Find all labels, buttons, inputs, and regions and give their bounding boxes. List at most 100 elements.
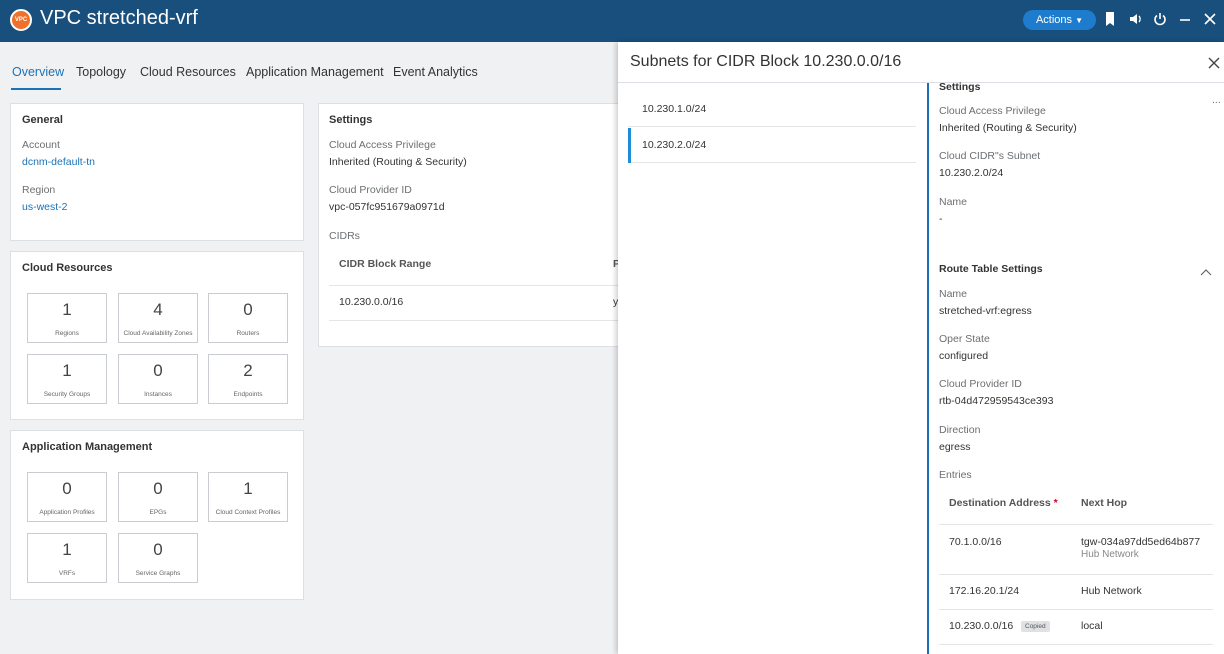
oper-state-label: Oper State xyxy=(939,333,990,345)
actions-button[interactable]: Actions ▼ xyxy=(1023,10,1096,30)
entry-dest: 172.16.20.1/24 xyxy=(949,585,1020,597)
stat-label: VRFs xyxy=(58,570,76,577)
account-link[interactable]: dcnm-default-tn xyxy=(22,156,95,168)
stat-label: EPGs xyxy=(149,509,167,516)
subnet-item-selected[interactable]: 10.230.2.0/24 xyxy=(628,128,916,163)
stat-application-profiles[interactable]: 0 Application Profiles xyxy=(27,472,107,522)
tab-bar: Overview Topology Cloud Resources Applic… xyxy=(0,42,620,92)
detail-access-value: Inherited (Routing & Security) xyxy=(939,122,1077,134)
speaker-icon[interactable] xyxy=(1128,11,1144,29)
detail-settings-title: Settings xyxy=(939,81,981,93)
tab-event-analytics[interactable]: Event Analytics xyxy=(393,65,478,79)
next-hop-header: Next Hop xyxy=(1081,497,1128,509)
region-label: Region xyxy=(22,184,56,196)
entry-next-hop-sub: Hub Network xyxy=(1081,549,1139,560)
direction-value: egress xyxy=(939,441,971,453)
stat-label: Service Graphs xyxy=(135,570,181,577)
subnet-label: 10.230.2.0/24 xyxy=(642,139,707,151)
stat-availability-zones[interactable]: 4 Cloud Availability Zones xyxy=(118,293,198,343)
stat-label: Cloud Availability Zones xyxy=(123,330,193,337)
stat-value: 1 xyxy=(62,540,72,559)
rt-provider-value: rtb-04d472959543ce393 xyxy=(939,395,1054,407)
settings-card: Settings Cloud Access Privilege Inherite… xyxy=(318,103,628,347)
cidrs-label: CIDRs xyxy=(329,230,360,242)
tab-application-management[interactable]: Application Management xyxy=(246,65,384,79)
subnet-label: 10.230.1.0/24 xyxy=(642,103,707,115)
provider-id-label: Cloud Provider ID xyxy=(329,184,412,196)
detail-access-label: Cloud Access Privilege xyxy=(939,105,1046,117)
stat-value: 0 xyxy=(62,479,72,498)
divider xyxy=(939,524,1213,525)
divider xyxy=(939,644,1213,645)
general-card: General Account dcnm-default-tn Region u… xyxy=(10,103,304,241)
stat-regions[interactable]: 1 Regions xyxy=(27,293,107,343)
stat-value: 4 xyxy=(153,300,163,319)
cloud-resources-card: Cloud Resources 1 Regions 4 Cloud Availa… xyxy=(10,251,304,420)
stat-label: Regions xyxy=(55,330,79,337)
detail-cidr-subnet-value: 10.230.2.0/24 xyxy=(939,167,1004,179)
power-icon[interactable] xyxy=(1153,11,1169,29)
stat-label: Security Groups xyxy=(43,391,91,398)
required-marker: * xyxy=(1053,497,1058,509)
stat-value: 2 xyxy=(243,361,253,380)
copied-badge: Copied xyxy=(1021,621,1050,632)
direction-label: Direction xyxy=(939,424,981,436)
panel-title: Subnets for CIDR Block 10.230.0.0/16 xyxy=(630,53,902,70)
detail-divider xyxy=(927,83,929,654)
entry-dest: 10.230.0.0/16 xyxy=(949,620,1014,632)
oper-state-value: configured xyxy=(939,350,989,362)
stat-security-groups[interactable]: 1 Security Groups xyxy=(27,354,107,404)
close-icon[interactable] xyxy=(1203,11,1219,29)
subnet-item[interactable]: 10.230.1.0/24 xyxy=(628,92,916,127)
detail-name-label: Name xyxy=(939,196,968,208)
dest-address-header-text: Destination Address xyxy=(949,497,1051,509)
more-options-icon[interactable]: ... xyxy=(1212,94,1221,106)
stat-service-graphs[interactable]: 0 Service Graphs xyxy=(118,533,198,583)
stat-routers[interactable]: 0 Routers xyxy=(208,293,288,343)
general-title: General xyxy=(22,114,63,126)
stat-endpoints[interactable]: 2 Endpoints xyxy=(208,354,288,404)
entry-next-hop: local xyxy=(1081,620,1103,632)
divider xyxy=(329,285,619,286)
divider xyxy=(939,609,1213,610)
access-privilege-value: Inherited (Routing & Security) xyxy=(329,156,467,168)
cidr-range-cell[interactable]: 10.230.0.0/16 xyxy=(339,296,403,308)
stat-value: 0 xyxy=(243,300,253,319)
entry-next-hop: Hub Network xyxy=(1081,585,1142,597)
route-table-title: Route Table Settings xyxy=(939,263,1043,275)
bookmark-icon[interactable] xyxy=(1104,11,1120,29)
stat-label: Cloud Context Profiles xyxy=(215,509,281,516)
tab-topology[interactable]: Topology xyxy=(76,65,126,79)
cloud-resources-title: Cloud Resources xyxy=(22,262,113,274)
subnets-panel: Subnets for CIDR Block 10.230.0.0/16 10.… xyxy=(618,42,1224,654)
stat-vrfs[interactable]: 1 VRFs xyxy=(27,533,107,583)
stat-value: 1 xyxy=(243,479,253,498)
stat-label: Routers xyxy=(236,330,260,337)
tab-overview[interactable]: Overview xyxy=(12,65,64,79)
active-tab-indicator xyxy=(11,88,61,90)
divider xyxy=(939,574,1213,575)
region-link[interactable]: us-west-2 xyxy=(22,201,68,213)
rt-name-label: Name xyxy=(939,288,968,300)
application-management-card: Application Management 0 Application Pro… xyxy=(10,430,304,600)
stat-epgs[interactable]: 0 EPGs xyxy=(118,472,198,522)
divider xyxy=(329,320,619,321)
stat-instances[interactable]: 0 Instances xyxy=(118,354,198,404)
dest-address-header: Destination Address * xyxy=(949,497,1058,509)
tab-cloud-resources[interactable]: Cloud Resources xyxy=(140,65,236,79)
application-management-title: Application Management xyxy=(22,441,153,453)
minimize-icon[interactable] xyxy=(1178,11,1194,29)
detail-name-value: - xyxy=(939,213,943,225)
app-header: VPC VPC stretched-vrf Actions ▼ xyxy=(0,0,1224,42)
provider-id-value: vpc-057fc951679a0971d xyxy=(329,201,445,213)
panel-close-icon[interactable] xyxy=(1208,56,1222,70)
chevron-down-icon: ▼ xyxy=(1075,16,1084,25)
chevron-up-icon[interactable] xyxy=(1200,264,1212,282)
entries-label: Entries xyxy=(939,469,972,481)
stat-cloud-context-profiles[interactable]: 1 Cloud Context Profiles xyxy=(208,472,288,522)
detail-cidr-subnet-label: Cloud CIDR"s Subnet xyxy=(939,150,1041,162)
stat-value: 0 xyxy=(153,479,163,498)
page-title: VPC stretched-vrf xyxy=(40,7,198,29)
access-privilege-label: Cloud Access Privilege xyxy=(329,139,436,151)
entry-dest: 70.1.0.0/16 xyxy=(949,536,1002,548)
